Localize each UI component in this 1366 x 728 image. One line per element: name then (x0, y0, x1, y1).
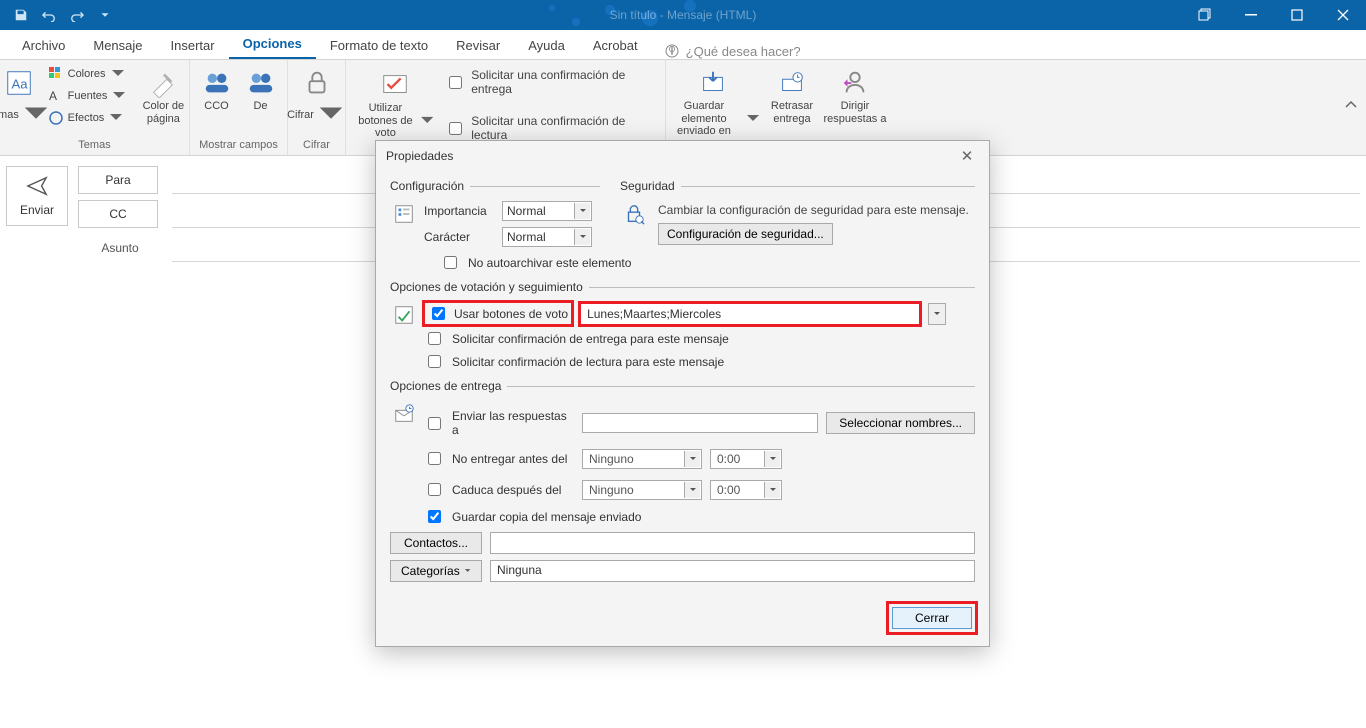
tab-archivo[interactable]: Archivo (8, 32, 79, 59)
subject-label: Asunto (80, 241, 160, 255)
redo-icon[interactable] (64, 2, 90, 28)
window-controls (1182, 0, 1366, 30)
group-temas: Aa Temas Colores AFuentes Efectos Color … (0, 60, 190, 155)
save-copy-checkbox[interactable]: Guardar copia del mensaje enviado (424, 507, 975, 526)
cco-button[interactable]: CCO (197, 64, 237, 117)
security-icon (620, 201, 648, 245)
categories-field[interactable]: Ninguna (490, 560, 975, 582)
delivery-icon (390, 401, 418, 582)
send-replies-to-field[interactable] (582, 413, 818, 433)
security-desc: Cambiar la configuración de seguridad pa… (658, 201, 975, 223)
tab-formato-de-texto[interactable]: Formato de texto (316, 32, 442, 59)
security-settings-button[interactable]: Configuración de seguridad... (658, 223, 833, 245)
restore-window-icon[interactable] (1182, 0, 1228, 30)
maximize-icon[interactable] (1274, 0, 1320, 30)
effects-button[interactable]: Efectos (44, 108, 132, 128)
expires-after-checkbox[interactable]: Caduca después del (424, 480, 574, 499)
importance-select[interactable]: Normal (502, 201, 592, 221)
undo-icon[interactable] (36, 2, 62, 28)
group-mostrar-campos: CCO De Mostrar campos (190, 60, 288, 155)
tab-mensaje[interactable]: Mensaje (79, 32, 156, 59)
svg-text:Aa: Aa (11, 77, 28, 92)
themes-label: Temas (0, 109, 19, 122)
group-temas-label: Temas (78, 137, 110, 153)
delivery-legend: Opciones de entrega (390, 379, 507, 393)
confirm-delivery-checkbox[interactable]: Solicitar confirmación de entrega para e… (424, 329, 975, 348)
sensitivity-label: Carácter (424, 230, 494, 244)
no-deliver-date[interactable]: Ninguno (582, 449, 702, 469)
chevron-down-icon (574, 203, 590, 219)
direct-replies-button[interactable]: Dirigir respuestas a (823, 64, 887, 129)
qat-more-icon[interactable] (92, 2, 118, 28)
title-decoration (540, 0, 760, 30)
confirm-read-checkbox[interactable]: Solicitar confirmación de lectura para e… (424, 352, 975, 371)
de-button[interactable]: De (241, 64, 281, 117)
security-legend: Seguridad (620, 179, 681, 193)
properties-dialog: Propiedades ✕ Configuración Importancia … (375, 140, 990, 647)
fonts-button[interactable]: AFuentes (44, 86, 132, 106)
sensitivity-select[interactable]: Normal (502, 227, 592, 247)
delay-delivery-button[interactable]: Retrasar entrega (765, 64, 819, 129)
voting-legend: Opciones de votación y seguimiento (390, 280, 589, 294)
to-button[interactable]: Para (78, 166, 158, 194)
tab-ayuda[interactable]: Ayuda (514, 32, 579, 59)
group-cifrar: Cifrar Cifrar (288, 60, 346, 155)
select-names-button[interactable]: Seleccionar nombres... (826, 412, 975, 434)
send-replies-to-checkbox[interactable]: Enviar las respuestas a (424, 409, 574, 437)
save-sent-item-button[interactable]: Guardar elemento enviado en (665, 64, 761, 142)
cc-button[interactable]: CC (78, 200, 158, 228)
expires-date[interactable]: Ninguno (582, 480, 702, 500)
colors-button[interactable]: Colores (44, 64, 132, 84)
tab-acrobat[interactable]: Acrobat (579, 32, 652, 59)
no-autoarchive-checkbox[interactable]: No autoarchivar este elemento (440, 253, 975, 272)
contacts-button[interactable]: Contactos... (390, 532, 482, 554)
collapse-ribbon-icon[interactable] (1344, 98, 1358, 112)
close-button[interactable]: Cerrar (892, 607, 972, 629)
tab-opciones[interactable]: Opciones (229, 30, 316, 59)
encrypt-button[interactable]: Cifrar (295, 64, 339, 134)
voting-options-field[interactable]: Lunes;Maartes;Miercoles (580, 303, 920, 325)
chevron-down-icon (574, 229, 590, 245)
chevron-down-icon (464, 567, 471, 575)
quick-access-toolbar (0, 2, 118, 28)
config-legend: Configuración (390, 179, 470, 193)
voting-dropdown-icon[interactable] (928, 303, 946, 325)
use-voting-buttons-checkbox[interactable]: Usar botones de voto (424, 302, 572, 325)
properties-icon (390, 201, 418, 247)
categories-button[interactable]: Categorías (390, 560, 482, 582)
tell-me-label: ¿Qué desea hacer? (686, 44, 801, 59)
tab-insertar[interactable]: Insertar (157, 32, 229, 59)
expires-time[interactable]: 0:00 (710, 480, 782, 500)
voting-buttons-button[interactable]: Utilizar botones de voto (354, 66, 435, 144)
close-window-icon[interactable] (1320, 0, 1366, 30)
no-deliver-before-checkbox[interactable]: No entregar antes del (424, 449, 574, 468)
dialog-title: Propiedades (386, 149, 453, 163)
save-icon[interactable] (8, 2, 34, 28)
tab-revisar[interactable]: Revisar (442, 32, 514, 59)
voting-icon (390, 302, 418, 371)
themes-button[interactable]: Aa Temas (0, 64, 40, 134)
minimize-icon[interactable] (1228, 0, 1274, 30)
titlebar: Sin título - Mensaje (HTML) (0, 0, 1366, 30)
group-mostrar-campos-label: Mostrar campos (199, 137, 278, 153)
svg-text:A: A (49, 89, 57, 103)
contacts-field[interactable] (490, 532, 975, 554)
group-cifrar-label: Cifrar (303, 137, 330, 153)
close-button-highlight: Cerrar (889, 604, 975, 632)
page-color-button[interactable]: Color de página (135, 64, 191, 129)
importance-label: Importancia (424, 204, 494, 218)
send-button[interactable]: Enviar (6, 166, 68, 226)
request-delivery-receipt[interactable]: Solicitar una confirmación de entrega (445, 64, 657, 100)
dialog-close-icon[interactable]: ✕ (955, 144, 979, 168)
tell-me[interactable]: ¿Qué desea hacer? (664, 43, 801, 59)
no-deliver-time[interactable]: 0:00 (710, 449, 782, 469)
ribbon-tabs: Archivo Mensaje Insertar Opciones Format… (0, 30, 1366, 60)
